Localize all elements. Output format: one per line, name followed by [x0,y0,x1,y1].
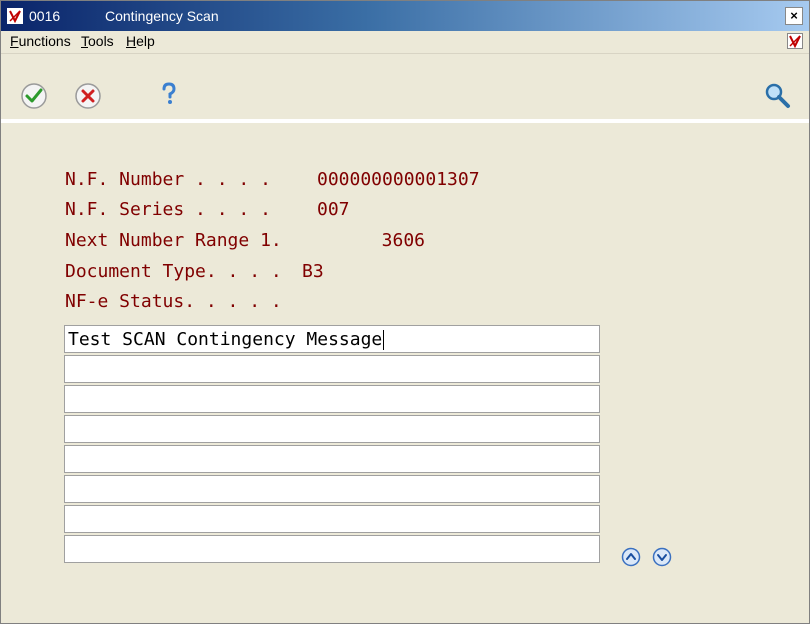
doc-type-row: Document Type. . . . B3 [65,261,324,282]
question-icon[interactable] [155,80,183,108]
message-line-3[interactable] [64,385,600,413]
checkmark-icon[interactable] [20,82,48,110]
toolbar [1,53,809,120]
page-down-icon[interactable] [652,547,672,567]
message-line-8[interactable] [64,535,600,563]
menu-bar: Functions Tools Help [1,31,809,51]
message-line-4[interactable] [64,415,600,443]
doc-type-label: Document Type. . . . [65,261,282,282]
close-button[interactable]: × [785,7,803,25]
nf-number-label: N.F. Number . . . . [65,169,271,190]
app-icon [7,8,23,24]
message-line-6[interactable] [64,475,600,503]
next-range-row: Next Number Range 1. 3606 [65,230,425,251]
nf-series-value: 007 [317,199,350,220]
next-range-value: 3606 [381,230,425,251]
nf-series-label: N.F. Series . . . . [65,199,271,220]
menu-help[interactable]: Help [126,33,155,49]
main-window: 0016 Contingency Scan × Functions Tools … [0,0,810,624]
text-caret [383,330,385,350]
nf-series-row: N.F. Series . . . . 007 [65,199,350,220]
nfe-status-label: NF-e Status. . . . . [65,291,282,312]
message-line-5[interactable] [64,445,600,473]
menu-functions[interactable]: Functions [10,33,71,49]
cancel-x-icon[interactable] [74,82,102,110]
form-content: N.F. Number . . . . 000000000001307 N.F. … [1,123,809,623]
doc-type-value: B3 [302,261,324,282]
magnifier-icon[interactable] [764,82,792,110]
message-grid: Test SCAN Contingency Message [64,325,602,565]
next-range-label: Next Number Range 1. [65,230,282,251]
nfe-status-row: NF-e Status. . . . . [65,291,317,312]
message-line-1[interactable]: Test SCAN Contingency Message [64,325,600,353]
window-title: Contingency Scan [105,8,219,24]
message-line-2[interactable] [64,355,600,383]
nf-number-value: 000000000001307 [317,169,480,190]
message-line-7[interactable] [64,505,600,533]
title-bar: 0016 Contingency Scan × [1,1,809,31]
app-corner-icon [787,33,803,49]
window-code: 0016 [29,8,61,24]
nf-number-row: N.F. Number . . . . 000000000001307 [65,169,480,190]
page-up-icon[interactable] [621,547,641,567]
menu-tools[interactable]: Tools [81,33,114,49]
